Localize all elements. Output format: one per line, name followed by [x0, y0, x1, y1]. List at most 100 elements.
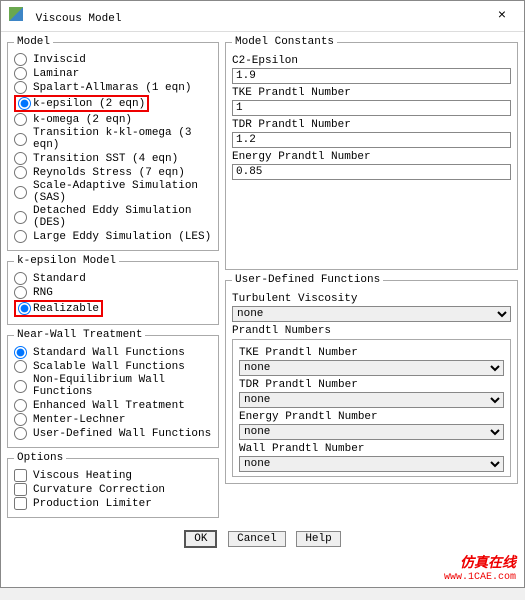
constant-label: TDR Prandtl Number — [232, 119, 511, 131]
model-option[interactable]: Inviscid — [14, 53, 212, 66]
model-label: Scale-Adaptive Simulation (SAS) — [33, 180, 212, 204]
prandtl-select[interactable]: none — [239, 424, 504, 440]
ke-model-legend: k-epsilon Model — [14, 255, 119, 267]
model-option[interactable]: Spalart-Allmaras (1 eqn) — [14, 81, 212, 94]
ke-model-option[interactable]: Standard — [14, 272, 212, 285]
model-option[interactable]: Scale-Adaptive Simulation (SAS) — [14, 180, 212, 204]
near-wall-radio[interactable] — [14, 399, 27, 412]
dialog-body: Model InviscidLaminarSpalart-Allmaras (1… — [1, 32, 524, 524]
options-label: Viscous Heating — [33, 470, 132, 482]
options-checkbox[interactable] — [14, 483, 27, 496]
near-wall-option[interactable]: Enhanced Wall Treatment — [14, 399, 212, 412]
model-radio[interactable] — [14, 186, 27, 199]
near-wall-radio[interactable] — [14, 346, 27, 359]
model-radio[interactable] — [18, 97, 31, 110]
turb-visc-select[interactable]: none — [232, 306, 511, 322]
footer: 仿真在线 www.1CAE.com — [1, 552, 524, 587]
prandtl-select[interactable]: none — [239, 392, 504, 408]
model-option[interactable]: Large Eddy Simulation (LES) — [14, 230, 212, 243]
prandtl-box: TKE Prandtl NumbernoneTDR Prandtl Number… — [232, 339, 511, 477]
ke-model-radio[interactable] — [14, 286, 27, 299]
ke-model-label: Realizable — [33, 303, 99, 315]
model-radio[interactable] — [14, 113, 27, 126]
near-wall-option[interactable]: Scalable Wall Functions — [14, 360, 212, 373]
options-group: Options Viscous Heating Curvature Correct… — [7, 452, 219, 518]
constant-input[interactable] — [232, 68, 511, 84]
model-radio[interactable] — [14, 166, 27, 179]
options-checkbox[interactable] — [14, 497, 27, 510]
near-wall-group: Near-Wall Treatment Standard Wall Functi… — [7, 329, 219, 448]
ke-model-option[interactable]: Realizable — [14, 300, 212, 317]
ke-model-option[interactable]: RNG — [14, 286, 212, 299]
ke-model-radio[interactable] — [14, 272, 27, 285]
cancel-button[interactable]: Cancel — [228, 531, 286, 547]
options-label: Curvature Correction — [33, 484, 165, 496]
ke-model-label: RNG — [33, 287, 53, 299]
near-wall-radio[interactable] — [14, 360, 27, 373]
options-option[interactable]: Production Limiter — [14, 497, 212, 510]
model-radio[interactable] — [14, 67, 27, 80]
model-radio[interactable] — [14, 133, 27, 146]
ok-button[interactable]: OK — [184, 530, 217, 548]
near-wall-option[interactable]: User-Defined Wall Functions — [14, 427, 212, 440]
model-label: Detached Eddy Simulation (DES) — [33, 205, 212, 229]
near-wall-label: User-Defined Wall Functions — [33, 428, 211, 440]
near-wall-label: Enhanced Wall Treatment — [33, 400, 185, 412]
constants-group: Model Constants C2-EpsilonTKE Prandtl Nu… — [225, 36, 518, 270]
model-radio[interactable] — [14, 53, 27, 66]
udf-legend: User-Defined Functions — [232, 274, 383, 286]
ke-model-group: k-epsilon Model Standard RNG Realizable — [7, 255, 219, 325]
model-label: Laminar — [33, 68, 79, 80]
model-label: k-omega (2 eqn) — [33, 114, 132, 126]
near-wall-label: Scalable Wall Functions — [33, 361, 185, 373]
near-wall-option[interactable]: Non-Equilibrium Wall Functions — [14, 374, 212, 398]
options-checkbox[interactable] — [14, 469, 27, 482]
constant-input[interactable] — [232, 164, 511, 180]
options-label: Production Limiter — [33, 498, 152, 510]
constant-label: Energy Prandtl Number — [232, 151, 511, 163]
title-area: Viscous Model — [9, 7, 121, 25]
near-wall-radio[interactable] — [14, 427, 27, 440]
brand-url: www.1CAE.com — [444, 572, 516, 583]
model-option[interactable]: Transition k-kl-omega (3 eqn) — [14, 127, 212, 151]
near-wall-option[interactable]: Standard Wall Functions — [14, 346, 212, 359]
near-wall-radio[interactable] — [14, 380, 27, 393]
model-option[interactable]: Transition SST (4 eqn) — [14, 152, 212, 165]
model-label: Spalart-Allmaras (1 eqn) — [33, 82, 191, 94]
model-label: Large Eddy Simulation (LES) — [33, 231, 211, 243]
model-radio[interactable] — [14, 211, 27, 224]
model-radio[interactable] — [14, 81, 27, 94]
turb-visc-label: Turbulent Viscosity — [232, 293, 511, 305]
help-button[interactable]: Help — [296, 531, 340, 547]
titlebar: Viscous Model × — [1, 1, 524, 32]
brand-text: 仿真在线 — [460, 552, 516, 572]
constant-input[interactable] — [232, 100, 511, 116]
dialog-window: Viscous Model × Model InviscidLaminarSpa… — [0, 0, 525, 588]
options-option[interactable]: Viscous Heating — [14, 469, 212, 482]
prandtl-select[interactable]: none — [239, 360, 504, 376]
model-option[interactable]: k-epsilon (2 eqn) — [14, 95, 212, 112]
model-option[interactable]: Laminar — [14, 67, 212, 80]
model-label: Inviscid — [33, 54, 86, 66]
model-group: Model InviscidLaminarSpalart-Allmaras (1… — [7, 36, 219, 251]
near-wall-legend: Near-Wall Treatment — [14, 329, 145, 341]
prandtl-label: Wall Prandtl Number — [239, 443, 504, 455]
near-wall-radio[interactable] — [14, 413, 27, 426]
near-wall-label: Standard Wall Functions — [33, 347, 185, 359]
model-option[interactable]: Reynolds Stress (7 eqn) — [14, 166, 212, 179]
options-legend: Options — [14, 452, 66, 464]
options-option[interactable]: Curvature Correction — [14, 483, 212, 496]
model-radio[interactable] — [14, 230, 27, 243]
ke-model-radio[interactable] — [18, 302, 31, 315]
model-radio[interactable] — [14, 152, 27, 165]
close-button[interactable]: × — [488, 8, 516, 24]
near-wall-label: Menter-Lechner — [33, 414, 125, 426]
model-option[interactable]: k-omega (2 eqn) — [14, 113, 212, 126]
constant-input[interactable] — [232, 132, 511, 148]
near-wall-label: Non-Equilibrium Wall Functions — [33, 374, 212, 398]
near-wall-option[interactable]: Menter-Lechner — [14, 413, 212, 426]
prandtl-label: TDR Prandtl Number — [239, 379, 504, 391]
model-option[interactable]: Detached Eddy Simulation (DES) — [14, 205, 212, 229]
prandtl-label: TKE Prandtl Number — [239, 347, 504, 359]
prandtl-select[interactable]: none — [239, 456, 504, 472]
